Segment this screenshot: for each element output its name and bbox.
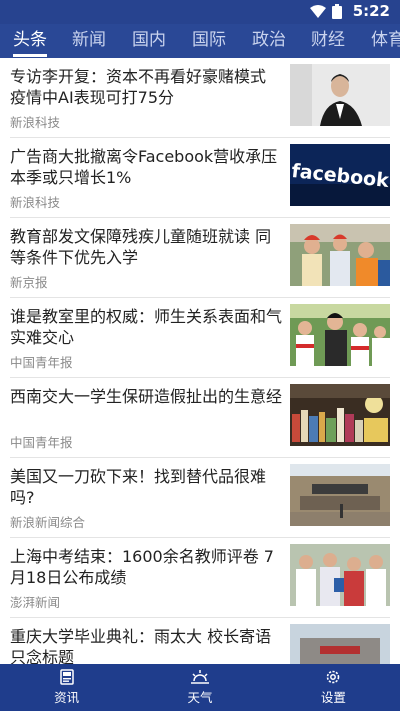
- news-source: 新浪科技: [10, 115, 61, 130]
- news-source: 新浪科技: [10, 195, 61, 210]
- status-time: 5:22: [352, 2, 390, 20]
- news-source: 澎湃新闻: [10, 595, 61, 610]
- wifi-icon: [310, 4, 326, 18]
- news-item[interactable]: 重庆大学毕业典礼：雨太大 校长寄语只念标题: [0, 618, 400, 664]
- tab-politics[interactable]: 政治: [252, 27, 286, 53]
- nav-weather-label: 天气: [187, 690, 213, 705]
- settings-icon: [327, 670, 340, 684]
- news-item[interactable]: 西南交大一学生保研造假扯出的生意经 中国青年报: [0, 378, 400, 458]
- news-icon: [59, 669, 74, 685]
- portrait-photo: [290, 64, 390, 126]
- news-source: 中国青年报: [10, 355, 73, 370]
- news-item[interactable]: 谁是教室里的权威：师生关系表面和气 实难交心 中国青年报: [0, 298, 400, 378]
- news-item[interactable]: 教育部发文保障残疾儿童随班就读 同等条件下优先入学 新京报: [0, 218, 400, 298]
- nav-weather-button[interactable]: 天气: [133, 664, 266, 711]
- active-tab-indicator: [13, 54, 47, 57]
- nav-settings-label: 设置: [320, 690, 346, 705]
- tab-label: 头条: [13, 30, 47, 50]
- status-bar: 5:22: [0, 0, 400, 24]
- battery-icon: [332, 4, 342, 19]
- category-tabs: 头条 新闻 国内 国际 政治 财经 体育: [0, 24, 400, 58]
- tab-finance[interactable]: 财经: [311, 27, 345, 53]
- tab-headlines[interactable]: 头条: [13, 27, 47, 57]
- news-list: 专访李开复：资本不再看好豪赌模式 疫情中AI表现可打75分 新浪科技 广告商大批…: [0, 58, 400, 664]
- tab-domestic[interactable]: 国内: [132, 27, 166, 53]
- news-title: 教育部发文保障残疾儿童随班就读 同等条件下优先入学: [10, 227, 272, 267]
- tab-news[interactable]: 新闻: [72, 27, 106, 53]
- news-item[interactable]: 美国又一刀砍下来！找到替代品很难吗? 新浪新闻综合: [0, 458, 400, 538]
- news-item[interactable]: 广告商大批撤离令Facebook营收承压 本季或只增长1% 新浪科技 faceb…: [0, 138, 400, 218]
- news-item[interactable]: 专访李开复：资本不再看好豪赌模式 疫情中AI表现可打75分 新浪科技: [0, 58, 400, 138]
- news-title: 广告商大批撤离令Facebook营收承压 本季或只增长1%: [10, 147, 278, 187]
- building-photo: [290, 464, 390, 526]
- nav-news-button[interactable]: 资讯: [0, 664, 133, 711]
- campus-photo: [290, 624, 390, 664]
- tab-international[interactable]: 国际: [192, 27, 226, 53]
- news-title: 上海中考结束：1600余名教师评卷 7月18日公布成绩: [10, 547, 274, 587]
- bottom-navigation: 资讯 天气 设置: [0, 664, 400, 711]
- news-title: 西南交大一学生保研造假扯出的生意经: [10, 387, 283, 406]
- books-photo: [290, 384, 390, 446]
- news-title: 专访李开复：资本不再看好豪赌模式 疫情中AI表现可打75分: [10, 67, 267, 107]
- news-title: 重庆大学毕业典礼：雨太大 校长寄语只念标题: [10, 627, 272, 664]
- nav-news-label: 资讯: [54, 690, 80, 705]
- news-source: 新浪新闻综合: [10, 515, 86, 530]
- news-item[interactable]: 上海中考结束：1600余名教师评卷 7月18日公布成绩 澎湃新闻: [0, 538, 400, 618]
- news-source: 中国青年报: [10, 435, 73, 450]
- news-title: 美国又一刀砍下来！找到替代品很难吗?: [10, 467, 267, 507]
- tab-sports[interactable]: 体育: [371, 27, 400, 53]
- news-title: 谁是教室里的权威：师生关系表面和气 实难交心: [10, 307, 283, 347]
- children-photo: [290, 224, 390, 286]
- facebook-logo-photo: facebook: [290, 144, 390, 206]
- nav-settings-button[interactable]: 设置: [267, 664, 400, 711]
- students-photo: [290, 544, 390, 606]
- news-source: 新京报: [10, 275, 48, 290]
- classroom-photo: [290, 304, 390, 366]
- weather-icon: [190, 670, 209, 684]
